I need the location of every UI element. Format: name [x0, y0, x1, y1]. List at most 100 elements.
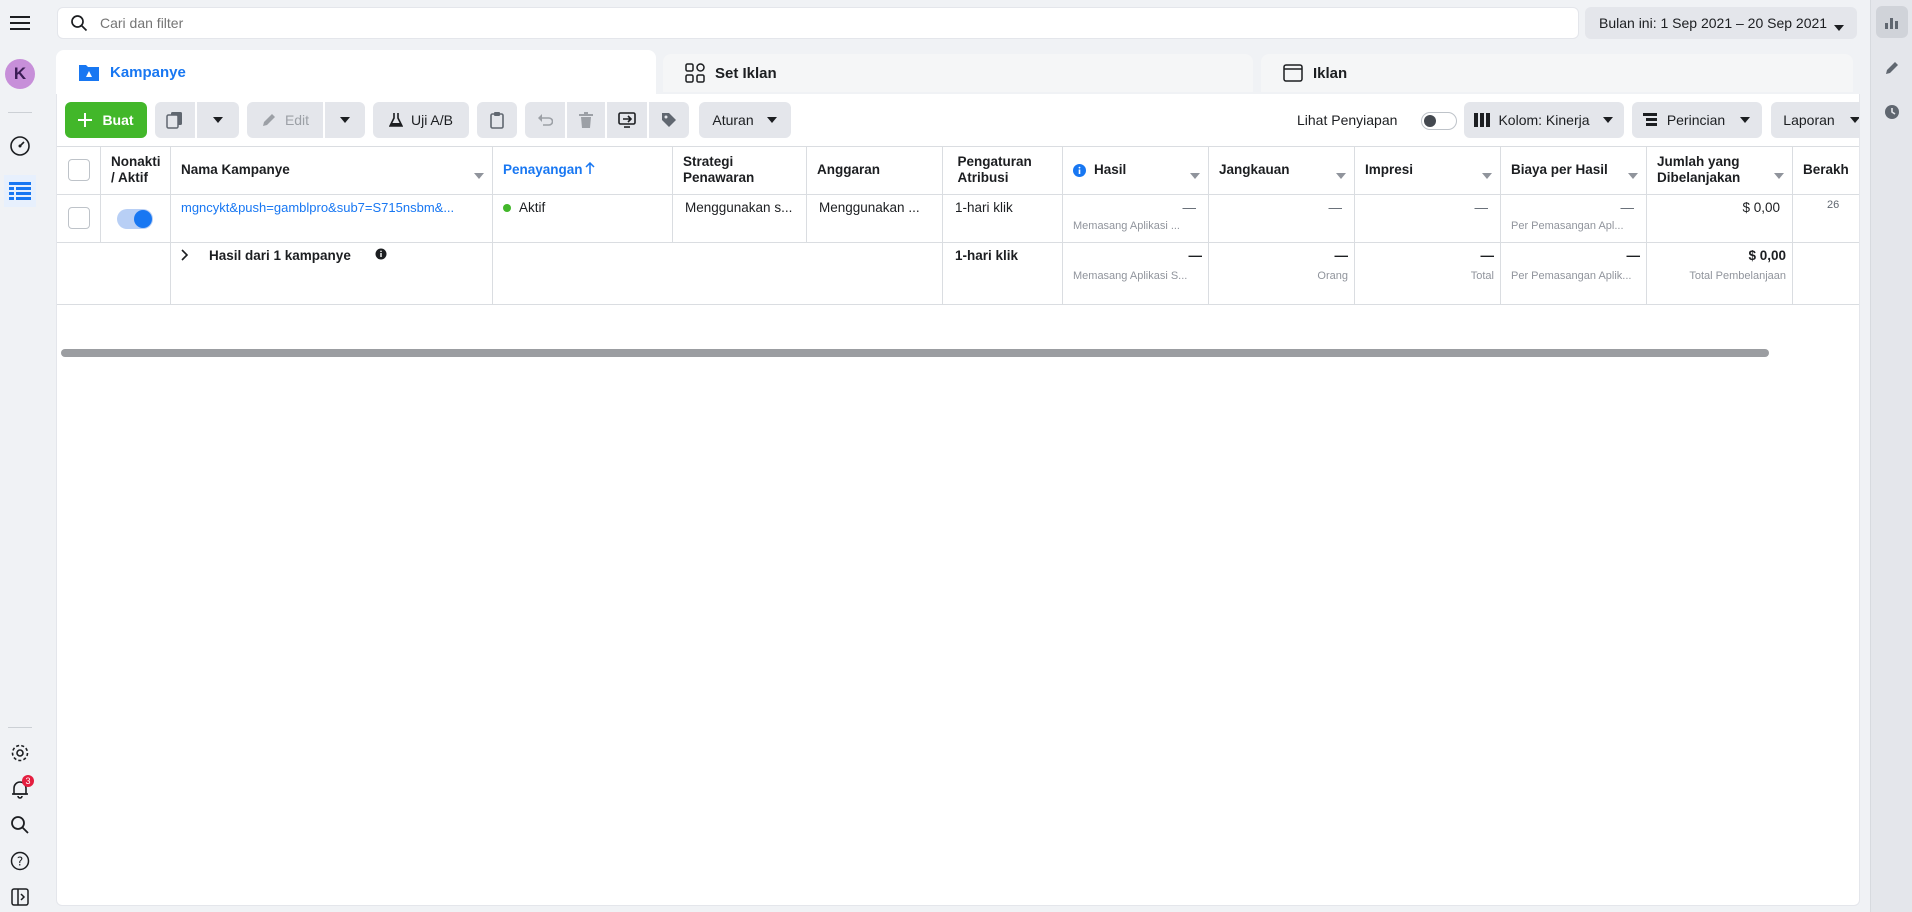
breakdown-label: Perincian — [1666, 112, 1726, 128]
clipboard-button[interactable] — [477, 102, 517, 138]
header-attribution[interactable]: Pengaturan Atribusi — [943, 146, 1063, 194]
toggle-knob — [134, 210, 152, 228]
reports-dropdown[interactable]: Laporan — [1771, 102, 1859, 138]
gear-icon[interactable] — [4, 737, 36, 769]
ab-test-label: Uji A/B — [410, 112, 453, 128]
summary-results-cell: — Memasang Aplikasi S... — [1063, 243, 1209, 305]
summary-results-sub: Memasang Aplikasi S... — [1073, 270, 1188, 282]
campaign-name-link[interactable]: mgncykt&push=gamblpro&sub7=S715nsbm&... — [181, 200, 481, 215]
row-results-cell: — Memasang Aplikasi ... — [1063, 195, 1209, 242]
header-amount-spent[interactable]: Jumlah yang Dibelanjakan — [1647, 146, 1793, 194]
gauge-icon[interactable] — [4, 130, 36, 162]
preview-button[interactable] — [607, 102, 647, 138]
help-icon[interactable]: ? — [4, 845, 36, 877]
tag-button[interactable] — [649, 102, 689, 138]
breakdown-dropdown[interactable]: Perincian — [1632, 102, 1762, 138]
summary-reach: — — [1334, 248, 1349, 263]
bar-chart-icon[interactable] — [1876, 6, 1908, 38]
bid-strategy-value: Menggunakan s... — [685, 200, 793, 215]
edit-button[interactable]: Edit — [247, 102, 323, 138]
preview-swap-icon — [618, 112, 636, 128]
cost-per-result-sub: Per Pemasangan Apl... — [1511, 220, 1624, 232]
reach-value: — — [1328, 200, 1343, 215]
tab-label: Set Iklan — [715, 64, 777, 82]
view-setup-toggle[interactable] — [1421, 112, 1457, 130]
ab-test-button[interactable]: Uji A/B — [373, 102, 469, 138]
pencil-icon[interactable] — [1876, 52, 1908, 84]
collapse-panel-icon[interactable] — [4, 881, 36, 912]
search-icon — [70, 14, 88, 32]
chevron-down-icon — [1849, 116, 1859, 124]
sort-caret-icon — [1774, 167, 1784, 183]
duplicate-button[interactable] — [155, 102, 195, 138]
sort-arrow-up-icon — [585, 161, 595, 178]
ends-value: 26 — [1827, 199, 1840, 211]
header-campaign-name[interactable]: Nama Kampanye — [171, 146, 493, 194]
sort-caret-icon — [1482, 167, 1492, 183]
account-avatar[interactable]: K — [4, 58, 36, 90]
edit-dropdown-button[interactable] — [325, 102, 365, 138]
tab-campaigns[interactable]: Kampanye — [56, 50, 656, 94]
toolbar: Buat Edit Uji A/B Aturan Lihat Penyiapan… — [65, 102, 1859, 138]
header-ends[interactable]: Berakh — [1793, 146, 1859, 194]
delete-button[interactable] — [567, 102, 605, 138]
nav-divider — [8, 727, 32, 728]
header-impressions[interactable]: Impresi — [1355, 146, 1501, 194]
summary-results: — — [1188, 248, 1203, 263]
rules-dropdown[interactable]: Aturan — [699, 102, 791, 138]
clock-icon[interactable] — [1876, 96, 1908, 128]
campaign-on-off-toggle[interactable] — [117, 209, 153, 229]
header-budget[interactable]: Anggaran — [807, 146, 943, 194]
chevron-down-icon — [339, 116, 351, 124]
duplicate-dropdown-button[interactable] — [197, 102, 239, 138]
table-grid-icon[interactable] — [4, 175, 36, 207]
summary-reach-cell: — Orang — [1209, 243, 1355, 305]
results-sub: Memasang Aplikasi ... — [1073, 220, 1180, 232]
select-all-checkbox[interactable] — [67, 159, 90, 181]
right-rail — [1870, 0, 1912, 912]
summary-amount-spent-cell: $ 0,00 Total Pembelanjaan — [1647, 243, 1793, 305]
search-input[interactable] — [100, 15, 1500, 31]
summary-label: Hasil dari 1 kampanye — [209, 248, 351, 263]
row-toggle-cell — [101, 195, 171, 242]
row-impressions-cell: — — [1355, 195, 1501, 242]
header-select-all — [57, 146, 101, 194]
row-name-cell: mgncykt&push=gamblpro&sub7=S715nsbm&... — [171, 195, 493, 242]
pencil-icon — [261, 112, 277, 128]
summary-label-cell: Hasil dari 1 kampanye — [171, 243, 493, 305]
header-cost-per-result[interactable]: Biaya per Hasil — [1501, 146, 1647, 194]
tab-ads[interactable]: Iklan — [1261, 54, 1853, 92]
expand-chevron-icon[interactable] — [181, 249, 189, 264]
create-button[interactable]: Buat — [65, 102, 147, 138]
summary-left-cell — [57, 243, 171, 305]
header-delivery[interactable]: Penayangan — [493, 146, 673, 194]
undo-icon — [537, 112, 553, 128]
budget-value: Menggunakan ... — [819, 200, 920, 215]
undo-button[interactable] — [525, 102, 565, 138]
columns-dropdown[interactable]: Kolom: Kinerja — [1464, 102, 1624, 138]
header-reach[interactable]: Jangkauan — [1209, 146, 1355, 194]
horizontal-scrollbar[interactable] — [61, 349, 1769, 357]
delivery-status: Aktif — [519, 200, 546, 215]
search-filter-bar[interactable] — [57, 7, 1579, 39]
chevron-down-icon — [212, 116, 224, 124]
left-nav: K 3 ? — [0, 0, 40, 912]
row-select-cell — [57, 195, 101, 242]
reports-label: Laporan — [1783, 112, 1835, 128]
flask-icon — [388, 112, 403, 128]
header-bid-strategy[interactable]: Strategi Penawaran — [673, 146, 807, 194]
date-range-picker[interactable]: Bulan ini: 1 Sep 2021 – 20 Sep 2021 — [1585, 7, 1857, 39]
summary-impressions-sub: Total — [1470, 270, 1494, 282]
tab-ad-sets[interactable]: Set Iklan — [663, 54, 1253, 92]
header-off-on[interactable]: Nonakti / Aktif — [101, 146, 171, 194]
header-results[interactable]: Hasil — [1063, 146, 1209, 194]
search-icon[interactable] — [4, 809, 36, 841]
menu-icon[interactable] — [4, 7, 36, 39]
row-checkbox[interactable] — [67, 207, 90, 229]
sort-caret-icon — [1190, 167, 1200, 183]
attribution-value: 1-hari klik — [955, 200, 1013, 215]
summary-impressions-cell: — Total — [1355, 243, 1501, 305]
row-budget-cell: Menggunakan ... — [807, 195, 943, 242]
notification-bell-icon[interactable]: 3 — [4, 773, 36, 805]
trash-icon — [579, 112, 593, 128]
